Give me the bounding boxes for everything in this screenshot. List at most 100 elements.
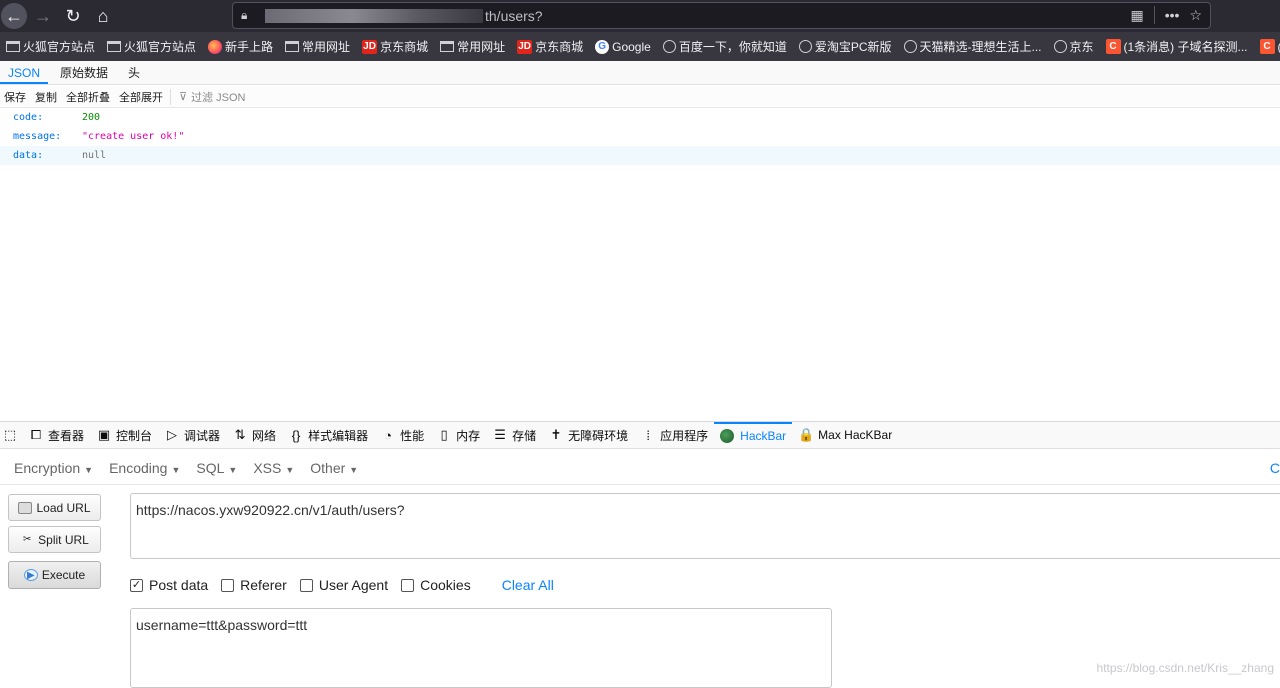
split-url-button[interactable]: ✂ Split URL	[8, 526, 101, 553]
bookmark-label: 百度一下，你就知道	[678, 40, 787, 54]
devtools-tab[interactable]: ▣ 控制台	[90, 422, 158, 448]
checkbox[interactable]	[221, 578, 235, 592]
hackbar-menu-label: SQL	[196, 460, 225, 476]
divider	[1153, 6, 1155, 24]
option-user-agent[interactable]: User Agent	[299, 577, 389, 593]
csdn-icon: C	[1259, 39, 1275, 54]
url-textarea[interactable]: https://nacos.yxw920922.cn/v1/auth/users…	[130, 493, 1280, 559]
devtools-tab[interactable]: ⁞ 应用程序	[634, 422, 714, 448]
save-button[interactable]: 保存	[4, 89, 26, 105]
inspector-icon: ⧠	[30, 427, 42, 442]
devtools-tab-label: 性能	[400, 428, 425, 443]
bookmark-item[interactable]: G Google	[595, 39, 651, 54]
forward-icon[interactable]: →	[29, 2, 57, 30]
address-bar-actions: ▦ ••• ☆	[1130, 6, 1202, 24]
bookmark-item[interactable]: 天猫精选-理想生活上...	[903, 38, 1042, 55]
memory-icon: ▯	[440, 427, 448, 442]
checkbox[interactable]	[401, 578, 415, 592]
option-label: User Agent	[318, 577, 389, 593]
bookmark-item[interactable]: C (1条消息) 子域名探测...	[1105, 38, 1248, 55]
watermark: https://blog.csdn.net/Kris__zhang	[1096, 661, 1274, 675]
json-key: code:	[13, 112, 44, 123]
bookmark-item[interactable]: 火狐官方站点	[107, 38, 196, 55]
back-icon[interactable]: ←	[1, 3, 27, 29]
performance-icon: ◔	[384, 427, 392, 443]
url-redacted	[265, 8, 483, 23]
bookmark-item[interactable]: JD 京东商城	[362, 38, 428, 55]
checkbox[interactable]: ✓	[130, 578, 143, 592]
devtools-tab[interactable]: ▷ 调试器	[158, 422, 226, 448]
json-viewer-toolbar: 保存 复制 全部折叠 全部展开 ⊽ 过滤 JSON	[0, 86, 1280, 108]
lock-icon: 🔒	[798, 427, 815, 442]
reload-icon[interactable]: ↻	[59, 2, 87, 30]
devtools-tab[interactable]: ✝ 无障碍环境	[542, 422, 634, 448]
hackbar-options: ✓ Post data Referer User Agent Cookies Clear …	[130, 575, 554, 595]
bookmark-label: 火狐官方站点	[124, 40, 197, 54]
devtools-tab[interactable]: 🔒 Max HacKBar	[792, 422, 898, 448]
bookmark-item[interactable]: 百度一下，你就知道	[662, 38, 787, 55]
hackbar-menu-overflow[interactable]: C	[1270, 460, 1280, 476]
caret-down-icon: ▼	[285, 465, 295, 475]
devtools-tab-label: 查看器	[48, 428, 85, 443]
clear-all-link[interactable]: Clear All	[502, 577, 554, 593]
hackbar-menu-label: Other	[310, 460, 346, 476]
bookmark-item[interactable]: JD 京东商城	[517, 38, 583, 55]
copy-button[interactable]: 复制	[35, 89, 57, 105]
devtools-tab-label: 内存	[456, 428, 481, 443]
hackbar-menu-encryption[interactable]: Encryption ▼	[14, 460, 93, 476]
hackbar-menu-label: XSS	[253, 460, 282, 476]
json-row[interactable]: message: "create user ok!"	[0, 127, 1280, 146]
network-icon: ⇅	[234, 427, 246, 442]
json-row[interactable]: data: null	[0, 146, 1280, 165]
bookmark-item[interactable]: 爱淘宝PC新版	[798, 38, 892, 55]
devtools-tab[interactable]: HackBar	[714, 422, 793, 448]
bookmark-item[interactable]: 常用网址	[440, 38, 505, 55]
bookmark-item[interactable]: C(1	[1259, 39, 1280, 54]
bookmark-item[interactable]: 火狐官方站点	[6, 38, 95, 55]
caret-down-icon: ▼	[228, 465, 238, 475]
load-url-label: Load URL	[36, 500, 91, 515]
hackbar-menu: Encryption ▼ Encoding ▼ SQL ▼ XSS ▼ Other ▼ C	[0, 452, 1280, 485]
bookmark-label: 火狐官方站点	[23, 40, 96, 54]
devtools-tab[interactable]: ▯ 内存	[430, 422, 486, 448]
element-picker-icon[interactable]: ⬚	[0, 422, 22, 448]
load-url-button[interactable]: Load URL	[8, 494, 101, 521]
devtools-tab[interactable]: ⇅ 网络	[226, 422, 282, 448]
devtools-tab[interactable]: {} 样式编辑器	[282, 422, 374, 448]
json-key: message:	[13, 131, 62, 142]
option-referer[interactable]: Referer	[221, 577, 287, 593]
devtools-tab-label: 无障碍环境	[568, 428, 629, 443]
hackbar-menu-label: Encoding	[109, 460, 168, 476]
devtools-tab[interactable]: ⧠ 查看器	[22, 422, 90, 448]
bookmark-item[interactable]: 新手上路	[208, 38, 273, 55]
bookmark-label: 京东商城	[380, 40, 429, 54]
post-data-textarea[interactable]: username=ttt&password=ttt	[130, 608, 832, 688]
hackbar-menu-other[interactable]: Other ▼	[310, 460, 358, 476]
devtools-tab[interactable]: ☰ 存储	[486, 422, 542, 448]
tab-json[interactable]: JSON	[0, 61, 49, 84]
json-row[interactable]: code: 200	[0, 108, 1280, 127]
tab-headers[interactable]: 头	[120, 61, 148, 84]
bookmark-item[interactable]: 京东	[1053, 38, 1094, 55]
star-icon[interactable]: ☆	[1189, 7, 1202, 24]
bookmark-item[interactable]: 常用网址	[285, 38, 350, 55]
devtools-tab[interactable]: ◔ 性能	[374, 422, 430, 448]
tab-raw-data[interactable]: 原始数据	[52, 61, 116, 84]
execute-button[interactable]: ▶ Execute	[8, 561, 101, 589]
checkbox[interactable]	[299, 578, 313, 592]
collapse-all-button[interactable]: 全部折叠	[66, 89, 110, 105]
hackbar-menu-encoding[interactable]: Encoding ▼	[109, 460, 180, 476]
bookmark-label: 爱淘宝PC新版	[814, 40, 892, 54]
hackbar-menu-label: Encryption	[14, 460, 81, 476]
globe-icon	[1053, 40, 1067, 53]
hackbar-menu-xss[interactable]: XSS ▼	[253, 460, 294, 476]
option-post-data[interactable]: ✓ Post data	[130, 577, 208, 593]
home-icon[interactable]: ⌂	[89, 2, 117, 30]
filter-json-input[interactable]: ⊽ 过滤 JSON	[170, 88, 245, 105]
hackbar-menu-sql[interactable]: SQL ▼	[196, 460, 237, 476]
expand-all-button[interactable]: 全部展开	[119, 89, 163, 105]
qr-icon[interactable]: ▦	[1130, 7, 1143, 24]
more-icon[interactable]: •••	[1165, 7, 1180, 23]
address-bar[interactable]: 🔒︎ th/users? ▦ ••• ☆	[232, 2, 1211, 29]
option-cookies[interactable]: Cookies	[401, 577, 471, 593]
